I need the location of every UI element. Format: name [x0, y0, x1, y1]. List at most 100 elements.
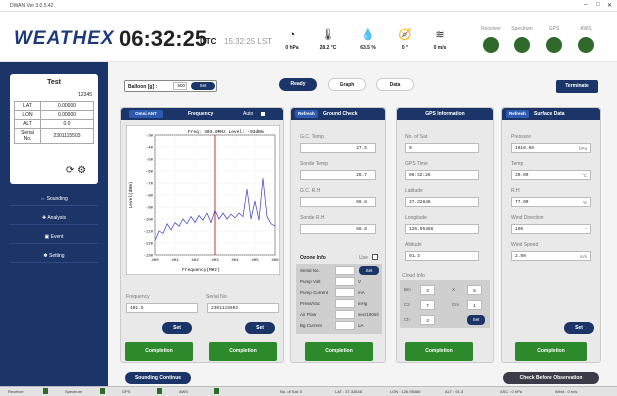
ozone-row: Press/Vac inHg	[298, 299, 380, 309]
cloud-value[interactable]: 5	[467, 285, 482, 295]
ground-value: 69.8	[300, 197, 376, 207]
omni-ant-button[interactable]: Omni ANT	[129, 110, 163, 118]
y-tick-label: -120	[143, 243, 153, 247]
surface-number: 190	[515, 227, 524, 232]
sidebar-item-3[interactable]: ✽ Setting	[10, 249, 98, 263]
cloud-label: Bm	[404, 287, 411, 292]
surface-refresh-button[interactable]: Refresh	[506, 110, 529, 118]
weather-value: 63.5 %	[360, 45, 376, 51]
surface-number: 77.00	[515, 200, 529, 205]
ground-value: 26.7	[300, 170, 376, 180]
y-tick-label: -40	[146, 147, 154, 151]
ozone-row: Bg Current uA	[298, 321, 380, 331]
surface-unit: m/s	[579, 254, 587, 259]
status-item: ALT : 91.3	[445, 389, 464, 394]
ozone-label: Press/Vac	[300, 301, 321, 306]
balloon-input[interactable]: 500	[173, 82, 187, 90]
weather-item: ≋ 0 m/s	[420, 28, 460, 51]
ground-value: 68.8	[300, 224, 376, 234]
frequency-title: Frequency	[188, 111, 214, 117]
ozone-use-checkbox[interactable]	[372, 254, 378, 260]
station-row: LAT 0.00000	[14, 101, 94, 111]
surface-unit: °	[585, 227, 587, 232]
station-key: LAT	[14, 101, 41, 111]
station-row: ALT 0.0	[14, 119, 94, 129]
cloud-set-button[interactable]: Set	[467, 315, 485, 325]
station-id: 12345	[78, 92, 92, 98]
sounding-continue-button[interactable]: Sounding Continue	[125, 372, 191, 384]
refresh-icon[interactable]: ⟳	[66, 165, 74, 176]
ozone-row: Pump Volt V	[298, 277, 380, 287]
frequency-completion-button[interactable]: Completion	[125, 342, 193, 361]
ground-completion-button[interactable]: Completion	[305, 342, 373, 361]
balloon-label: Balloon [g] :	[128, 84, 158, 90]
surface-set-button[interactable]: Set	[564, 322, 594, 334]
ozone-input[interactable]	[335, 310, 355, 319]
y-tick-label: -80	[146, 195, 154, 199]
close-button[interactable]: ✕	[607, 2, 612, 9]
ozone-input[interactable]	[335, 299, 355, 308]
ozone-set-button[interactable]: Set	[359, 266, 379, 275]
surface-number: 2.90	[515, 254, 526, 259]
frequency-set-button[interactable]: Set	[162, 322, 192, 334]
gps-completion-button[interactable]: Completion	[405, 342, 473, 361]
surface-number: 1010.60	[515, 146, 534, 151]
chart-caption: Freq: 403.0MHz Level: -93dBm	[188, 129, 264, 135]
serial-field[interactable]: 2301115503	[207, 303, 279, 313]
gauge-icon: ◔	[288, 29, 296, 41]
gps-value: 91.3	[405, 251, 479, 261]
status-led	[100, 388, 105, 394]
sidebar-item-1[interactable]: ✚ Analysis	[10, 211, 98, 225]
cloud-value[interactable]: 3	[420, 285, 435, 295]
ozone-input[interactable]	[335, 277, 355, 286]
surface-completion-button[interactable]: Completion	[515, 342, 587, 361]
surface-title: Surface Data	[534, 111, 565, 117]
terminate-button[interactable]: Terminate	[556, 80, 598, 93]
y-tick-label: -60	[146, 171, 154, 175]
status-item: Wind : 0 m/s	[555, 389, 578, 394]
status-item: LON : 126.95486	[390, 389, 421, 394]
surface-panel: Refresh Surface Data Pressure 1010.60 hPa T…	[501, 107, 601, 363]
ready-button[interactable]: Ready	[279, 78, 317, 91]
cloud-title: Cloud Info	[402, 273, 425, 279]
spectrum-chart: Freq: 403.0MHz Level: -93dBm -30 -40 -50 -6…	[126, 125, 280, 275]
station-value: 0.0	[40, 119, 94, 129]
utc-clock: 06:32:25	[119, 26, 208, 51]
auto-checkbox[interactable]	[261, 112, 265, 116]
check-before-observation-button[interactable]: Check Before Observation	[503, 372, 599, 384]
cloud-value[interactable]: 7	[420, 300, 435, 310]
cloud-value[interactable]: 1	[467, 300, 482, 310]
maximize-button[interactable]: □	[596, 2, 600, 8]
sidebar-item-0[interactable]: ⇔ Sounding	[10, 192, 98, 206]
station-key: ALT	[14, 119, 41, 129]
serial-completion-button[interactable]: Completion	[209, 342, 277, 361]
status-indicator	[546, 37, 562, 53]
ozone-input[interactable]	[335, 321, 355, 330]
cloud-value[interactable]: 3	[420, 315, 435, 325]
surface-value: 30.00 °C	[511, 170, 591, 180]
ozone-input[interactable]	[335, 288, 355, 297]
ozone-row: Air Flow sec/100ml	[298, 310, 380, 320]
x-tick-label: 401	[171, 259, 179, 263]
serial-set-button[interactable]: Set	[245, 322, 275, 334]
ozone-label: Pump Volt	[300, 279, 321, 284]
ozone-input[interactable]	[335, 266, 355, 275]
surface-value: 1010.60 hPa	[511, 143, 591, 153]
y-tick-label: -30	[146, 135, 154, 139]
serial-label: Serial No.	[206, 294, 228, 300]
logo: WEATHEX	[14, 28, 115, 49]
graph-button[interactable]: Graph	[328, 78, 366, 91]
data-button[interactable]: Data	[376, 78, 414, 91]
ground-label: Sonde Temp	[300, 161, 328, 167]
cloud-label: Cm	[452, 302, 459, 307]
frequency-field[interactable]: 401.5	[126, 303, 198, 313]
ground-refresh-button[interactable]: Refresh	[295, 110, 318, 118]
minimize-button[interactable]: –	[584, 2, 587, 8]
status-led	[43, 388, 48, 394]
sidebar-item-2[interactable]: ▣ Event	[10, 230, 98, 244]
status-item: Receiver	[8, 389, 24, 394]
balloon-set-button[interactable]: Set	[191, 82, 215, 90]
gear-icon[interactable]: ⚙	[77, 165, 86, 176]
weather-item: 🌡 28.2 °C	[308, 28, 348, 51]
chart-xlabel: Frequency(MHz)	[182, 267, 220, 273]
